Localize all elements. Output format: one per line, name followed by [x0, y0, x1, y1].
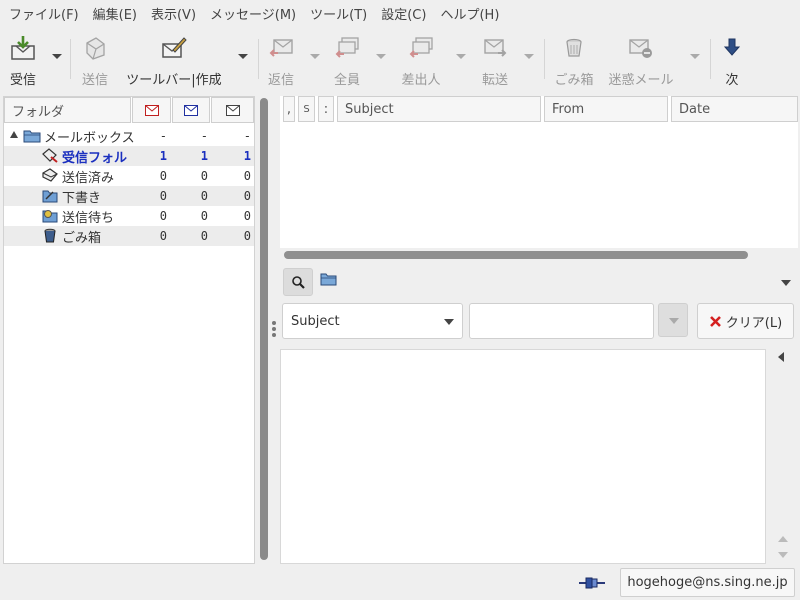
unread-mail-icon	[144, 104, 159, 116]
search-folder-icon[interactable]	[320, 272, 337, 290]
menu-view[interactable]: 表示(V)	[144, 4, 203, 23]
chevron-down-icon	[669, 318, 679, 324]
receive-icon	[10, 35, 36, 61]
total-column-header[interactable]	[211, 97, 254, 123]
reply-all-icon	[334, 35, 360, 61]
menu-edit[interactable]: 編集(E)	[86, 4, 144, 23]
sender-dropdown-icon[interactable]	[456, 54, 466, 59]
folder-row-inbox[interactable]: 受信フォル 1 1 1	[4, 146, 254, 166]
reply-sender-icon	[408, 35, 434, 61]
menu-file[interactable]: ファイル(F)	[2, 4, 86, 23]
menu-tools[interactable]: ツール(T)	[303, 4, 374, 23]
folder-column-header[interactable]: フォルダ	[4, 97, 131, 123]
preview-resize-handle[interactable]	[531, 343, 547, 354]
trash-icon	[561, 35, 587, 61]
chevron-down-icon	[444, 319, 454, 325]
scrollbar-thumb[interactable]	[260, 98, 268, 560]
message-preview[interactable]	[280, 349, 766, 564]
draft-icon	[42, 188, 58, 203]
scroll-down-icon[interactable]	[778, 552, 788, 558]
unread-column-header[interactable]	[132, 97, 171, 123]
column-header-attachment[interactable]: :	[318, 96, 334, 122]
menu-settings[interactable]: 設定(C)	[374, 4, 433, 23]
preview-collapse-icon[interactable]	[778, 352, 784, 362]
down-arrow-icon	[719, 35, 745, 61]
toolbar: 受信 送信 ツールバー|作成 返信 全員 差出人 転送 ごみ箱 迷惑メール 次	[0, 27, 800, 92]
send-icon	[82, 35, 108, 61]
toolbar-separator	[544, 39, 545, 79]
folder-row-sent[interactable]: 送信済み 0 0 0	[4, 166, 254, 186]
trash-icon	[42, 228, 58, 243]
search-input[interactable]	[469, 303, 654, 339]
search-options-dropdown-icon[interactable]	[781, 280, 791, 286]
menu-message[interactable]: メッセージ(M)	[203, 4, 303, 23]
search-history-button[interactable]	[658, 303, 688, 337]
mailbox-root-row[interactable]: メールボックス - - -	[4, 126, 254, 146]
forward-icon	[482, 35, 508, 61]
receive-dropdown-icon[interactable]	[52, 54, 62, 59]
quick-search-toggle[interactable]	[283, 268, 313, 296]
online-status-icon[interactable]	[578, 576, 606, 594]
junk-dropdown-icon[interactable]	[690, 54, 700, 59]
reply-all-button[interactable]: 全員	[330, 27, 364, 88]
forward-dropdown-icon[interactable]	[524, 54, 534, 59]
junk-icon	[628, 35, 654, 61]
menu-help[interactable]: ヘルプ(H)	[433, 4, 506, 23]
toolbar-separator	[70, 39, 71, 79]
menubar: ファイル(F) 編集(E) 表示(V) メッセージ(M) ツール(T) 設定(C…	[0, 0, 800, 27]
next-button[interactable]: 次	[718, 27, 746, 88]
toolbar-separator	[710, 39, 711, 79]
expand-toggle-icon[interactable]	[10, 131, 18, 138]
receive-button[interactable]: 受信	[6, 27, 40, 88]
pane-resize-handle[interactable]	[272, 320, 278, 340]
compose-dropdown-icon[interactable]	[238, 54, 248, 59]
compose-icon	[161, 35, 187, 61]
inbox-icon	[42, 148, 58, 163]
column-header-mark[interactable]: ,	[283, 96, 295, 122]
column-header-from[interactable]: From	[544, 96, 668, 122]
new-mail-icon	[184, 104, 198, 116]
message-list-hscrollbar[interactable]	[284, 251, 748, 259]
reply-dropdown-icon[interactable]	[310, 54, 320, 59]
folder-row-drafts[interactable]: 下書き 0 0 0	[4, 186, 254, 206]
folder-panel: フォルダ メールボックス - - - 受信フォル 1 1 1 送信済み 0 0	[3, 96, 255, 564]
folder-row-trash[interactable]: ごみ箱 0 0 0	[4, 226, 254, 246]
mailbox-folder-icon	[23, 128, 41, 147]
forward-button[interactable]: 転送	[478, 27, 512, 88]
scroll-up-icon[interactable]	[778, 536, 788, 542]
queue-icon	[42, 208, 58, 223]
column-header-status[interactable]: S	[298, 96, 315, 122]
toolbar-separator	[258, 39, 259, 79]
column-header-subject[interactable]: Subject	[337, 96, 541, 122]
send-button[interactable]: 送信	[78, 27, 112, 88]
junk-button[interactable]: 迷惑メール	[608, 27, 674, 88]
account-status[interactable]: hogehoge@ns.sing.ne.jp	[620, 568, 795, 597]
message-list[interactable]: , S : Subject From Date	[280, 96, 798, 248]
sent-icon	[42, 168, 58, 183]
folder-row-queue[interactable]: 送信待ち 0 0 0	[4, 206, 254, 226]
reply-sender-button[interactable]: 差出人	[398, 27, 444, 88]
clear-button[interactable]: クリア(L)	[697, 303, 794, 339]
search-icon	[292, 276, 305, 289]
new-column-header[interactable]	[172, 97, 210, 123]
trash-button[interactable]: ごみ箱	[552, 27, 596, 88]
column-header-date[interactable]: Date	[671, 96, 798, 122]
search-field-select[interactable]: Subject	[282, 303, 463, 339]
reply-icon	[268, 35, 294, 61]
compose-button[interactable]: ツールバー|作成	[124, 27, 224, 88]
reply-all-dropdown-icon[interactable]	[376, 54, 386, 59]
clear-icon	[709, 315, 721, 327]
mail-icon	[225, 104, 240, 116]
folder-panel-scrollbar[interactable]	[258, 96, 270, 564]
reply-button[interactable]: 返信	[264, 27, 298, 88]
